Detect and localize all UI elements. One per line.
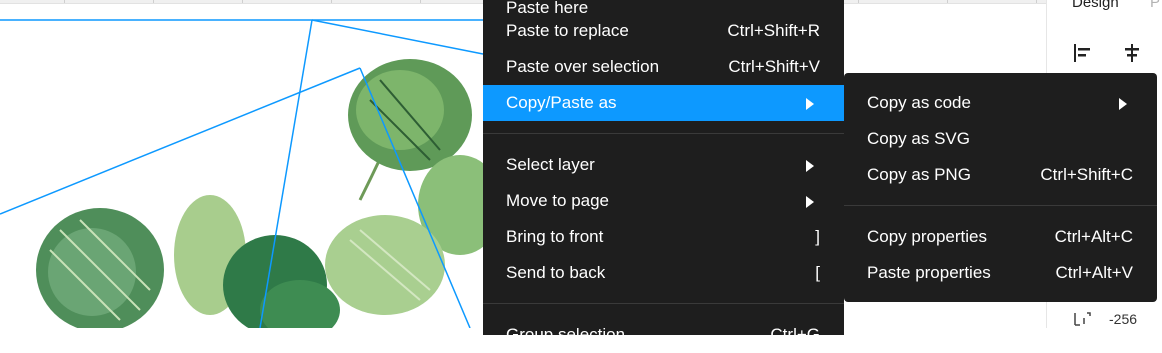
menu-item-label: Move to page xyxy=(506,191,610,210)
menu-item-shortcut: [ xyxy=(815,263,820,282)
menu-item-label: Copy as PNG xyxy=(867,165,971,184)
menu-item-label: Group selection xyxy=(506,325,626,344)
menu-item-label: Paste over selection xyxy=(506,57,660,76)
menu-item-label: Copy as code xyxy=(867,93,971,112)
menu-item-copy-as-png[interactable]: Copy as PNG Ctrl+Shift+C xyxy=(844,157,1157,193)
menu-divider xyxy=(483,303,844,304)
submenu-arrow-icon xyxy=(806,196,814,208)
menu-item-label: Bring to front xyxy=(506,227,604,246)
menu-item-label: Select layer xyxy=(506,155,595,174)
menu-item-shortcut: Ctrl+G xyxy=(770,325,820,344)
submenu-arrow-icon xyxy=(1119,98,1127,110)
menu-item-label: Copy as SVG xyxy=(867,129,970,148)
menu-item-shortcut: Ctrl+Alt+C xyxy=(1054,227,1133,246)
menu-item-copy-as-svg[interactable]: Copy as SVG xyxy=(844,121,1157,157)
menu-item-shortcut: Ctrl+Shift+C xyxy=(1040,165,1133,184)
align-left-icon[interactable] xyxy=(1072,42,1094,64)
menu-item-copy-as-code[interactable]: Copy as code xyxy=(844,85,1157,121)
submenu-arrow-icon xyxy=(806,160,814,172)
menu-item-bring-to-front[interactable]: Bring to front ] xyxy=(483,219,844,255)
context-menu: Paste here Paste to replace Ctrl+Shift+R… xyxy=(483,0,844,344)
menu-item-group-selection[interactable]: Group selection Ctrl+G xyxy=(483,317,844,353)
submenu-arrow-icon xyxy=(806,98,814,110)
tab-design[interactable]: Design xyxy=(1072,0,1119,11)
menu-divider xyxy=(483,133,844,134)
menu-item-copy-properties[interactable]: Copy properties Ctrl+Alt+C xyxy=(844,219,1157,255)
tab-prototype[interactable]: P xyxy=(1150,0,1160,11)
menu-item-label: Send to back xyxy=(506,263,606,282)
copy-paste-as-submenu: Copy as code Copy as SVG Copy as PNG Ctr… xyxy=(844,73,1157,302)
menu-item-label: Copy properties xyxy=(867,227,988,246)
rotation-value[interactable]: -256 xyxy=(1109,311,1137,327)
menu-item-send-to-back[interactable]: Send to back [ xyxy=(483,255,844,291)
menu-item-shortcut: Ctrl+Shift+V xyxy=(728,57,820,76)
menu-item-paste-over-selection[interactable]: Paste over selection Ctrl+Shift+V xyxy=(483,49,844,85)
menu-item-label: Paste to replace xyxy=(506,21,629,40)
rotation-icon xyxy=(1074,312,1091,326)
menu-item-copy-paste-as[interactable]: Copy/Paste as xyxy=(483,85,844,121)
menu-item-paste-properties[interactable]: Paste properties Ctrl+Alt+V xyxy=(844,255,1157,291)
menu-item-shortcut: ] xyxy=(815,227,820,246)
menu-item-label: Copy/Paste as xyxy=(506,93,617,112)
menu-divider xyxy=(844,205,1157,206)
menu-item-shortcut: Ctrl+Alt+V xyxy=(1055,263,1133,282)
menu-item-paste-to-replace[interactable]: Paste to replace Ctrl+Shift+R xyxy=(483,13,844,49)
menu-item-select-layer[interactable]: Select layer xyxy=(483,147,844,183)
leaf-group xyxy=(36,59,502,328)
menu-item-move-to-page[interactable]: Move to page xyxy=(483,183,844,219)
align-vertical-center-icon[interactable] xyxy=(1121,42,1143,64)
menu-item-label: Paste properties xyxy=(867,263,991,282)
menu-item-shortcut: Ctrl+Shift+R xyxy=(727,21,820,40)
